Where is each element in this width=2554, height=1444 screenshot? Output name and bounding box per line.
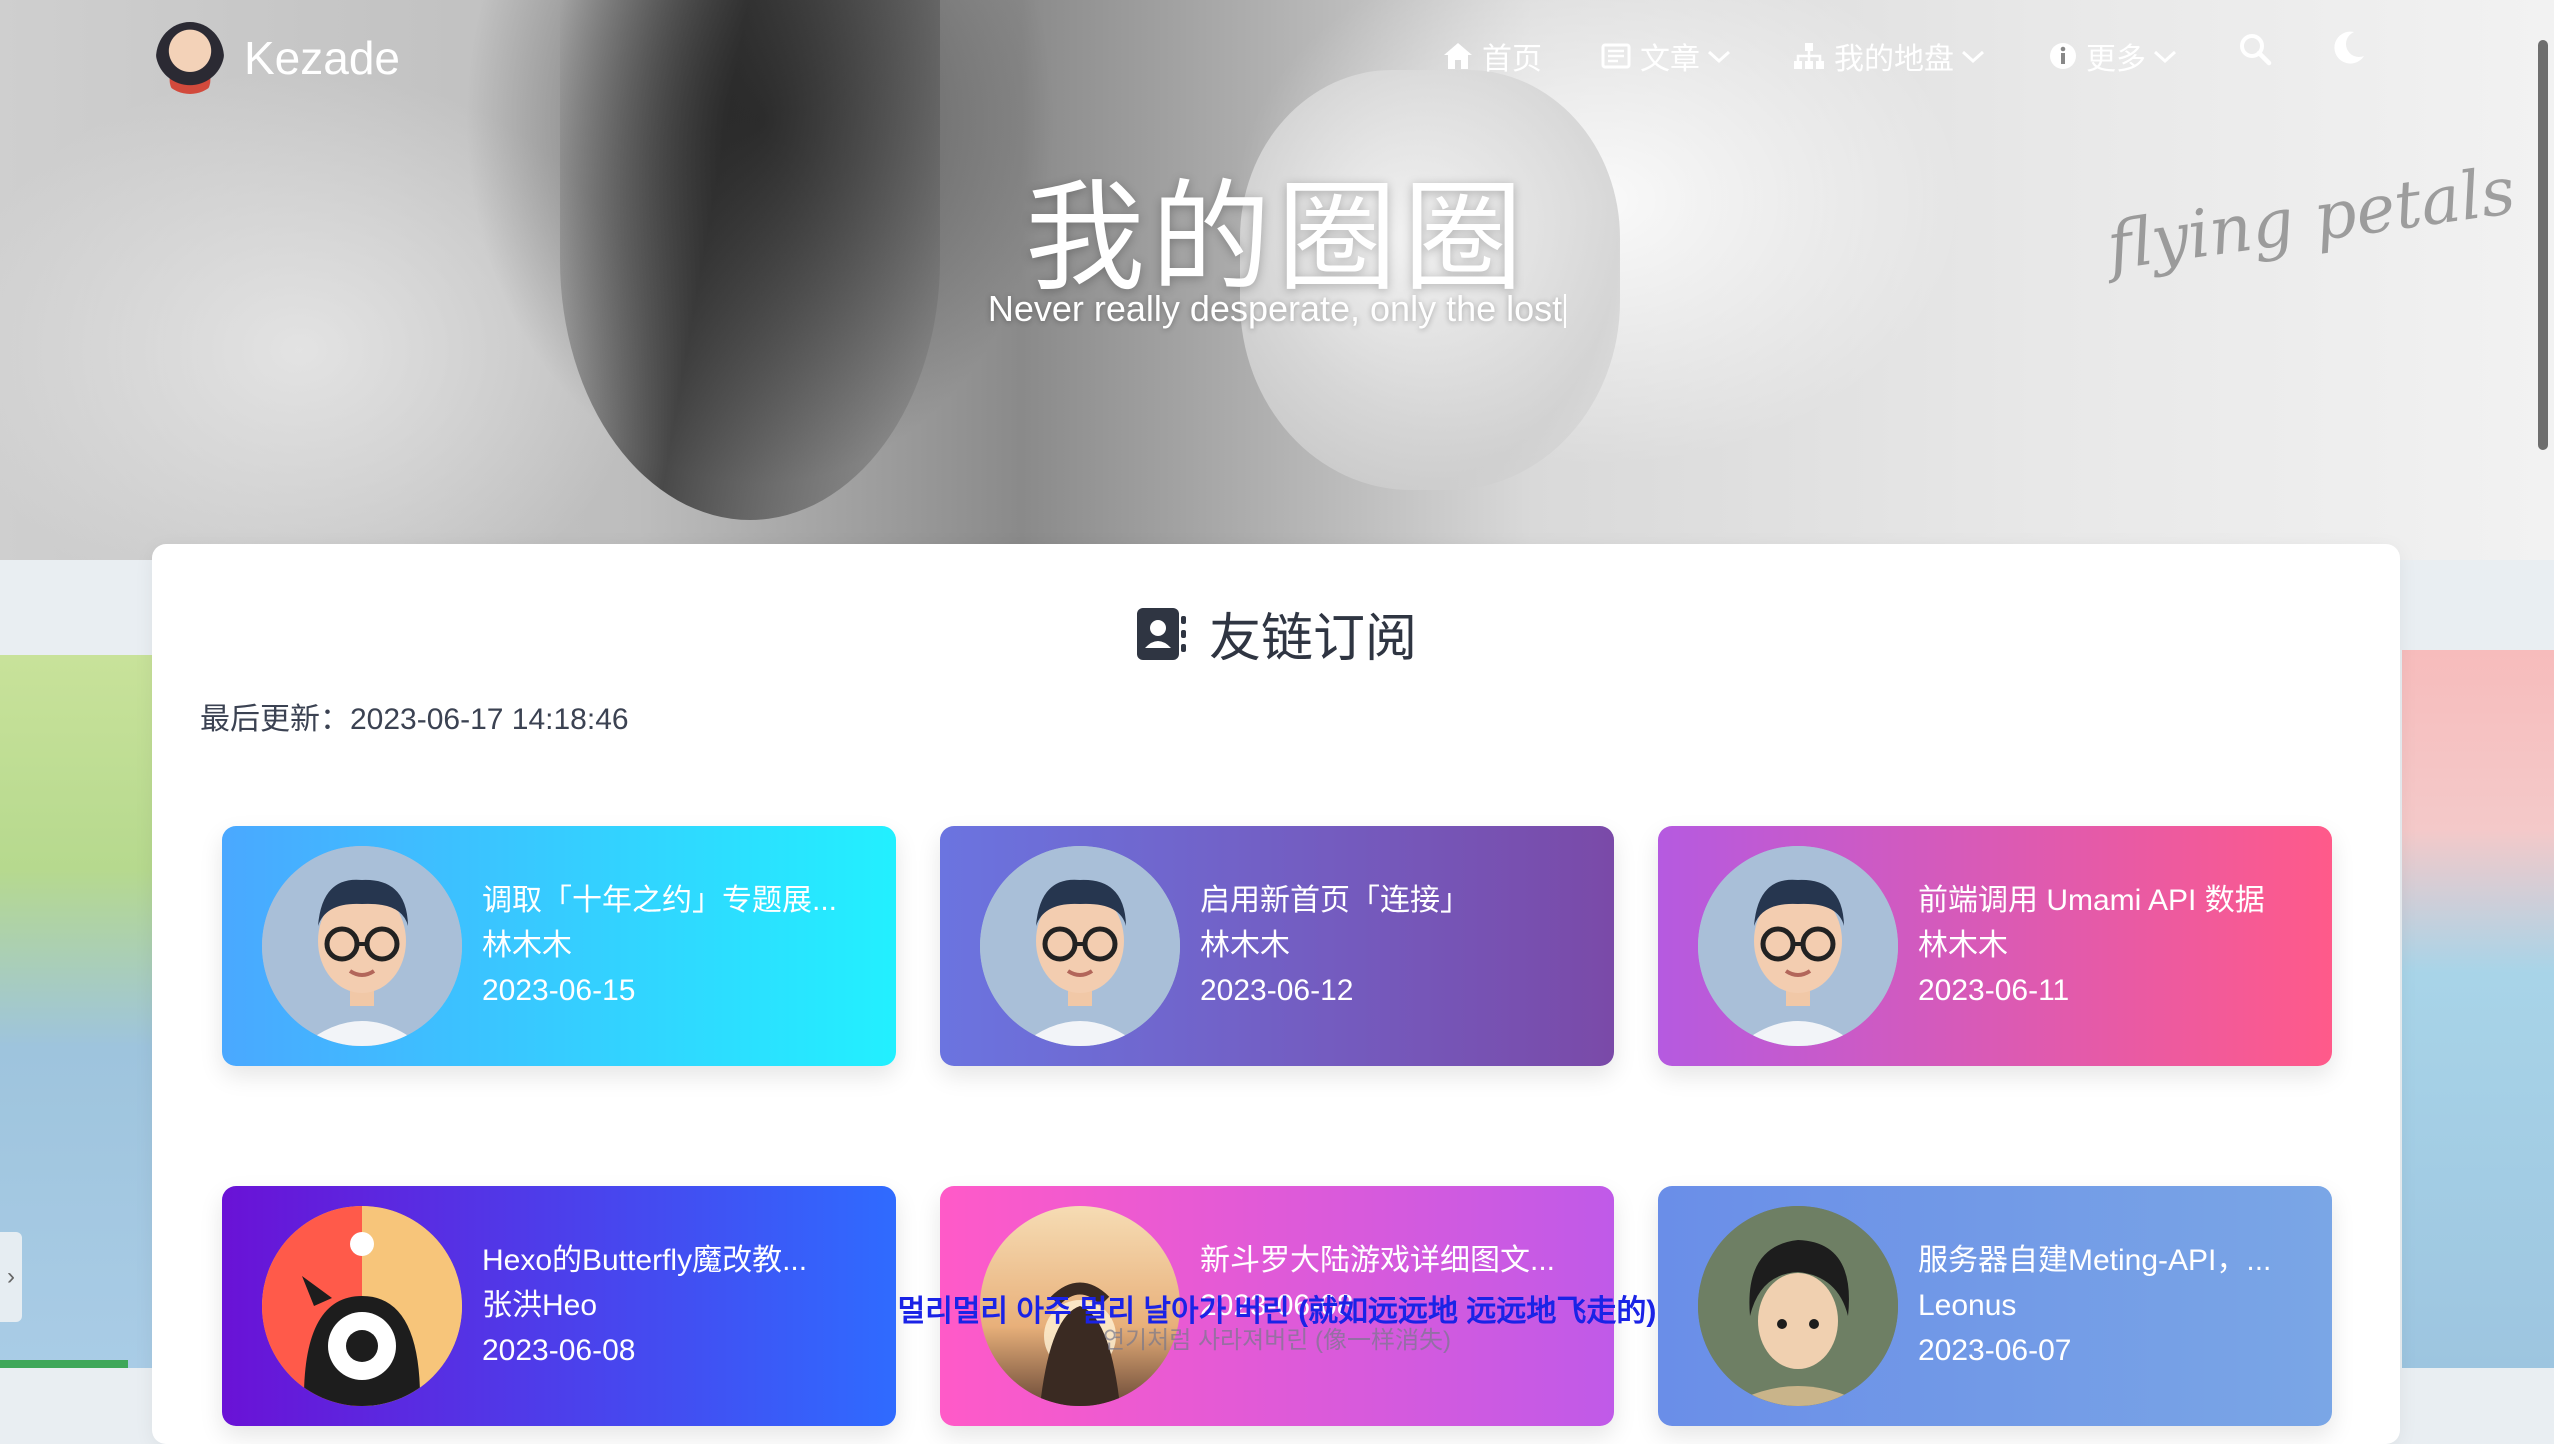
- sitemap-icon: [1794, 43, 1824, 69]
- feed-card[interactable]: 调取「十年之约」专题展... 林木木 2023-06-15: [222, 826, 896, 1066]
- brand-link[interactable]: Kezade: [156, 22, 400, 94]
- nav-my-territory-label: 我的地盘: [1834, 43, 1954, 76]
- feed-card[interactable]: 前端调用 Umami API 数据 林木木 2023-06-11: [1658, 826, 2332, 1066]
- hero-subtitle-text: Never really desperate, only the lost: [987, 288, 1563, 329]
- feed-card-title[interactable]: 调取「十年之约」专题展...: [482, 878, 872, 923]
- typing-cursor: [1564, 294, 1567, 329]
- background-left-green-strip: [0, 1360, 128, 1368]
- hero-subtitle: Never really desperate, only the lost: [0, 288, 2554, 330]
- search-button[interactable]: [2238, 32, 2272, 71]
- chevron-down-icon: [1707, 50, 1731, 64]
- feed-card-author: 林木木: [1200, 929, 1290, 962]
- nav-more-label: 更多: [2086, 43, 2146, 76]
- boy-glasses-avatar: [980, 846, 1180, 1046]
- background-left-decoration: [0, 655, 152, 1368]
- feed-card-title[interactable]: 前端调用 Umami API 数据: [1918, 878, 2308, 923]
- theme-toggle-button[interactable]: [2328, 28, 2368, 73]
- scrollbar-thumb[interactable]: [2538, 40, 2548, 450]
- book-icon: [1601, 43, 1631, 69]
- feed-card-title[interactable]: 新斗罗大陆游戏详细图文...: [1200, 1238, 1590, 1283]
- feed-card-date: 2023-06-15: [482, 974, 636, 1007]
- chevron-down-icon: [2153, 50, 2177, 64]
- nav-home[interactable]: 首页: [1442, 34, 1542, 78]
- section-header: 友链订阅: [152, 596, 2400, 671]
- nav-more[interactable]: 更多: [2048, 34, 2178, 78]
- feed-card-text: 启用新首页「连接」 林木木 2023-06-12: [1200, 878, 1590, 1013]
- moon-icon: [2334, 31, 2364, 64]
- feed-card-date: 2023-06-11: [1918, 974, 2070, 1007]
- boy-glasses-avatar: [262, 846, 462, 1046]
- boy-glasses-avatar: [1698, 846, 1898, 1046]
- feed-card-title[interactable]: 启用新首页「连接」: [1200, 878, 1590, 923]
- section-title: 友链订阅: [1208, 610, 1417, 668]
- last-updated-text: 最后更新：2023-06-17 14:18:46: [200, 703, 629, 736]
- brand-name: Kezade: [244, 32, 401, 84]
- chevron-down-icon: [1961, 50, 1985, 64]
- nav-articles[interactable]: 文章: [1600, 34, 1732, 78]
- search-icon: [2240, 34, 2272, 66]
- feed-card-text: 前端调用 Umami API 数据 林木木 2023-06-11: [1918, 878, 2308, 1013]
- nav-articles-label: 文章: [1640, 43, 1700, 76]
- nav-home-label: 首页: [1482, 43, 1542, 76]
- feed-card-title[interactable]: Hexo的Butterfly魔改教...: [482, 1238, 872, 1283]
- feed-card-author: 林木木: [1918, 929, 2008, 962]
- feed-card-date: 2023-06-12: [1200, 974, 1354, 1007]
- info-icon: [2050, 43, 2076, 69]
- home-icon: [1444, 43, 1472, 69]
- feed-card-title[interactable]: 服务器自建Meting-API，...: [1918, 1238, 2308, 1283]
- feed-card-author: 林木木: [482, 929, 572, 962]
- address-book-icon: [1136, 607, 1186, 660]
- nav-my-territory[interactable]: 我的地盘: [1792, 34, 1986, 78]
- feed-card[interactable]: 启用新首页「连接」 林木木 2023-06-12: [940, 826, 1614, 1066]
- brand-avatar: [156, 22, 224, 94]
- lyrics-next-line: 연기처럼 사라져버린 (像一样消失): [1102, 1327, 1452, 1354]
- feed-card-text: 调取「十年之约」专题展... 林木木 2023-06-15: [482, 878, 872, 1013]
- top-nav: Kezade 首页 文章 我的地盘 更多: [0, 0, 2554, 110]
- background-right-decoration: [2402, 650, 2554, 1368]
